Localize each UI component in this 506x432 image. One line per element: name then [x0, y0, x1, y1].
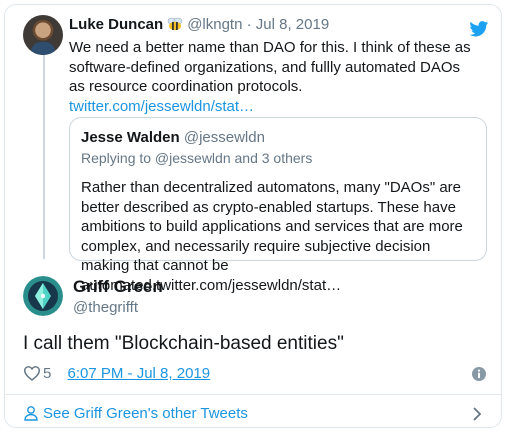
parent-tweet-body: We need a better name than DAO for this.… — [69, 39, 471, 95]
quote-author-handle: @jessewldn — [183, 129, 265, 146]
parent-date[interactable]: · Jul 8, 2019 — [247, 16, 330, 33]
bee-emoji-icon — [167, 17, 183, 31]
parent-tweet-header: Luke Duncan @lkngtn · Jul 8, 2019 — [69, 15, 329, 35]
embedded-tweet-card: Luke Duncan @lkngtn · Jul 8, 2019 We nee… — [4, 4, 502, 428]
parent-tweet-text: We need a better name than DAO for this.… — [69, 38, 479, 116]
parent-tweet-link[interactable]: twitter.com/jessewldn/stat… — [69, 98, 254, 115]
see-other-tweets-label[interactable]: See Griff Green's other Tweets — [43, 405, 248, 422]
quoted-tweet[interactable]: Jesse Walden @jessewldn Replying to @jes… — [69, 117, 487, 294]
info-icon[interactable] — [471, 366, 487, 382]
luke-duncan-avatar[interactable] — [23, 15, 63, 55]
quoted-tweet-header: Jesse Walden @jessewldn — [81, 128, 475, 148]
footer-divider — [5, 394, 501, 395]
quote-author-name: Jesse Walden — [81, 129, 180, 146]
tweet-timestamp-link[interactable]: 6:07 PM - Jul 8, 2019 — [68, 365, 211, 382]
like-count: 5 — [43, 365, 52, 382]
tweet-author-handle[interactable]: @thegrifft — [73, 298, 138, 318]
parent-author-name[interactable]: Luke Duncan — [69, 16, 163, 33]
thread-connector-line — [43, 49, 45, 259]
person-icon — [24, 406, 38, 421]
quote-reply-context: Replying to @jessewldn and 3 others — [81, 150, 313, 166]
chevron-right-icon[interactable] — [471, 406, 483, 422]
twitter-bird-icon[interactable] — [469, 21, 489, 37]
tweet-author-name[interactable]: Griff Green — [73, 277, 163, 297]
tweet-meta: 5 6:07 PM - Jul 8, 2019 — [23, 364, 210, 384]
parent-author-handle[interactable]: @lkngtn — [187, 16, 242, 33]
see-other-tweets-link[interactable]: See Griff Green's other Tweets — [23, 404, 248, 424]
griff-green-avatar[interactable] — [23, 276, 63, 316]
tweet-text: I call them "Blockchain-based entities" — [23, 333, 344, 354]
heart-icon[interactable] — [23, 365, 41, 381]
